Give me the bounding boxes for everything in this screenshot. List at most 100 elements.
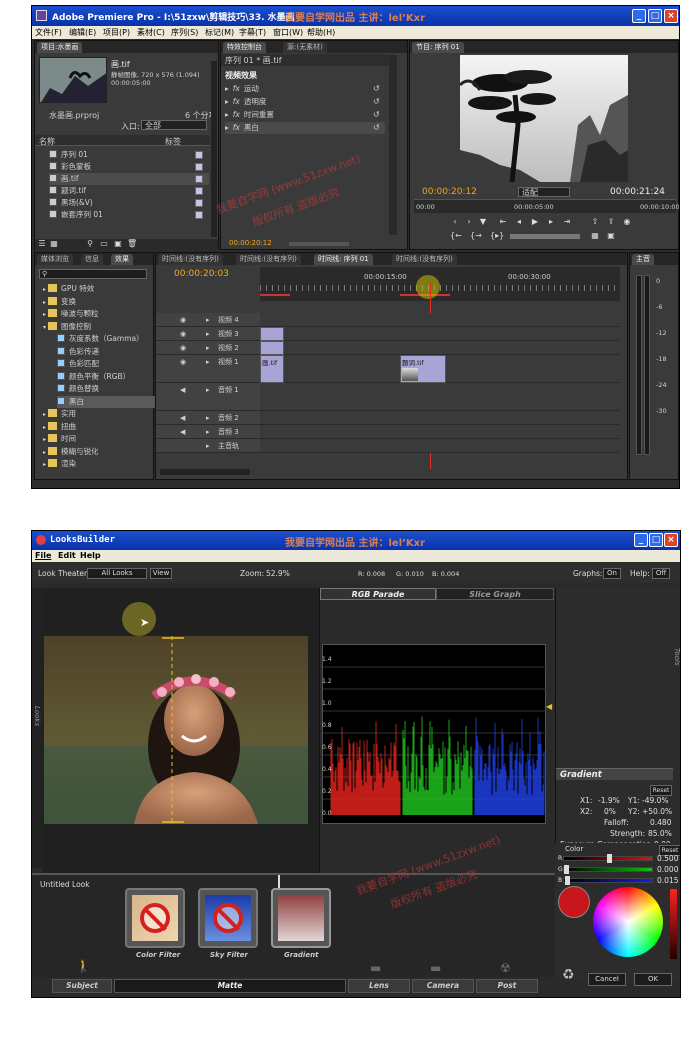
search-icon[interactable]: ⚲	[85, 239, 95, 249]
track-expand-icon[interactable]: ▸	[206, 355, 210, 369]
tab-timeline-2[interactable]: 时间线: 序列 01	[314, 254, 373, 265]
menu-item-6[interactable]: 字幕(T)	[239, 27, 266, 38]
color-wheel[interactable]	[593, 887, 663, 957]
shuttle-left-icon[interactable]: {←	[450, 231, 462, 241]
graphs-toggle[interactable]: On	[603, 568, 621, 579]
r-slider-thumb[interactable]	[607, 854, 612, 863]
expand-icon[interactable]: ▸	[43, 449, 46, 456]
tab-audio-master[interactable]: 主音	[632, 254, 654, 265]
list-view-icon[interactable]: ☰	[37, 239, 47, 249]
effects-item[interactable]: ▸ 实用	[43, 408, 147, 420]
expand-icon[interactable]: ▸	[225, 84, 229, 93]
y1-value[interactable]: -49.0%	[642, 796, 669, 805]
x2-value[interactable]: 0%	[604, 807, 616, 816]
effects-search-input[interactable]: ⚲	[39, 269, 147, 279]
track-lane[interactable]	[260, 341, 620, 355]
clip-v1-b[interactable]: 题词.tif	[400, 355, 446, 383]
fx-icon[interactable]: fx	[233, 97, 240, 106]
maximize-button[interactable]: □	[648, 9, 662, 23]
tab-rgb-parade[interactable]: RGB Parade	[320, 588, 436, 600]
track-lane[interactable]	[260, 327, 620, 341]
effects-item[interactable]: ▸ 模糊与锐化	[43, 446, 147, 458]
looks-minimize-button[interactable]: _	[634, 533, 648, 547]
effects-item[interactable]: 颜色平衡（RGB）	[57, 371, 161, 383]
menu-file[interactable]: File	[35, 551, 51, 560]
effect-zoom-slider[interactable]	[289, 242, 349, 246]
trim-icon[interactable]: ▦	[590, 231, 600, 241]
project-item[interactable]: 彩色蒙板	[49, 161, 209, 173]
track-expand-icon[interactable]: ▸	[206, 383, 210, 397]
tab-project[interactable]: 项目:水墨画	[37, 42, 83, 53]
menu-item-2[interactable]: 项目(P)	[103, 27, 130, 38]
color-swatch[interactable]	[558, 886, 590, 918]
track-lane[interactable]	[260, 411, 620, 425]
track-header[interactable]: ◉ ▸ 视频 3	[156, 327, 260, 341]
tab-media-browser[interactable]: 媒体浏览	[37, 254, 73, 265]
new-item-icon[interactable]: ▣	[113, 239, 123, 249]
tab-effects[interactable]: 效果	[111, 254, 133, 265]
track-header[interactable]: ◀ ▸ 音频 3	[156, 425, 260, 439]
reset-icon[interactable]: ↺	[373, 97, 380, 106]
speaker-icon[interactable]: ◀	[180, 383, 185, 397]
fx-icon[interactable]: fx	[233, 84, 240, 93]
effect-item[interactable]: ▸ fx 时间重置	[225, 109, 385, 121]
track-header[interactable]: ◀ ▸ 音频 1	[156, 383, 260, 411]
label-swatch[interactable]	[195, 175, 203, 183]
folder-icon[interactable]: ▭	[99, 239, 109, 249]
timeline-ruler[interactable]: 00:00:15:00 00:00:30:00	[260, 267, 620, 301]
track-expand-icon[interactable]: ▸	[206, 313, 210, 327]
reset-icon[interactable]: ↺	[373, 84, 380, 93]
b-value[interactable]: 0.015	[657, 876, 678, 885]
effects-item[interactable]: ▸ 噪波与颗粒	[43, 308, 147, 320]
expand-icon[interactable]: ▸	[43, 286, 46, 293]
gradient-tile[interactable]	[271, 888, 331, 948]
reset-icon[interactable]: ↺	[373, 123, 380, 132]
tab-source[interactable]: 源:(无素材)	[283, 42, 327, 53]
fx-icon[interactable]: fx	[233, 110, 240, 119]
tab-timeline-3[interactable]: 时间线:(没有序列)	[392, 254, 457, 265]
project-item[interactable]: 序列 01	[49, 149, 209, 161]
menu-item-4[interactable]: 序列(S)	[171, 27, 198, 38]
lift-icon[interactable]: ⇧	[590, 217, 600, 227]
looks-close-button[interactable]: ×	[664, 533, 678, 547]
extract-icon[interactable]: ⇪	[606, 217, 616, 227]
b-slider-thumb[interactable]	[565, 876, 570, 885]
r-slider[interactable]	[563, 854, 653, 863]
eye-icon[interactable]: ◉	[180, 313, 186, 327]
menu-help[interactable]: Help	[80, 551, 101, 560]
view-button[interactable]: View	[150, 568, 172, 579]
tab-program[interactable]: 节目: 序列 01	[412, 42, 464, 53]
program-fit-select[interactable]: 适配	[518, 187, 570, 197]
clip-v1-a[interactable]: 画.tif	[260, 355, 284, 383]
minimize-button[interactable]: _	[632, 9, 646, 23]
speaker-icon[interactable]: ◀	[180, 411, 185, 425]
eye-icon[interactable]: ◉	[180, 327, 186, 341]
tab-matte[interactable]: Matte	[114, 979, 346, 993]
track-expand-icon[interactable]: ▸	[206, 411, 210, 425]
project-item[interactable]: 画.tif	[49, 173, 209, 185]
track-header[interactable]: ▸ 主音轨	[156, 439, 260, 453]
expand-icon[interactable]: ▸	[43, 424, 46, 431]
label-swatch[interactable]	[195, 163, 203, 171]
effects-item[interactable]: ▸ 扭曲	[43, 421, 147, 433]
label-swatch[interactable]	[195, 199, 203, 207]
x1-value[interactable]: -1.9%	[598, 796, 620, 805]
effect-item[interactable]: ▸ fx 黑白	[225, 122, 385, 134]
preview-image[interactable]	[44, 636, 308, 824]
tab-effect-controls[interactable]: 特效控制台	[223, 42, 266, 53]
menu-item-5[interactable]: 标记(M)	[205, 27, 234, 38]
tab-slice-graph[interactable]: Slice Graph	[436, 588, 554, 600]
tab-timeline-1[interactable]: 时间线:(没有序列)	[236, 254, 301, 265]
r-value[interactable]: 0.500	[657, 854, 678, 863]
looks-maximize-button[interactable]: □	[649, 533, 663, 547]
marker-icon[interactable]: ▼	[478, 217, 488, 227]
trash-icon[interactable]: 🗑	[127, 239, 137, 249]
track-lane[interactable]	[260, 313, 620, 327]
mark-in-icon[interactable]: ‹	[450, 217, 460, 227]
track-expand-icon[interactable]: ▸	[206, 341, 210, 355]
gradient-reset-button[interactable]: Reset	[650, 785, 672, 796]
menu-item-7[interactable]: 窗口(W)	[273, 27, 303, 38]
step-back-icon[interactable]: ◂	[514, 217, 524, 227]
expand-icon[interactable]: ▸	[43, 311, 46, 318]
timeline-scrollbar[interactable]	[160, 469, 250, 475]
